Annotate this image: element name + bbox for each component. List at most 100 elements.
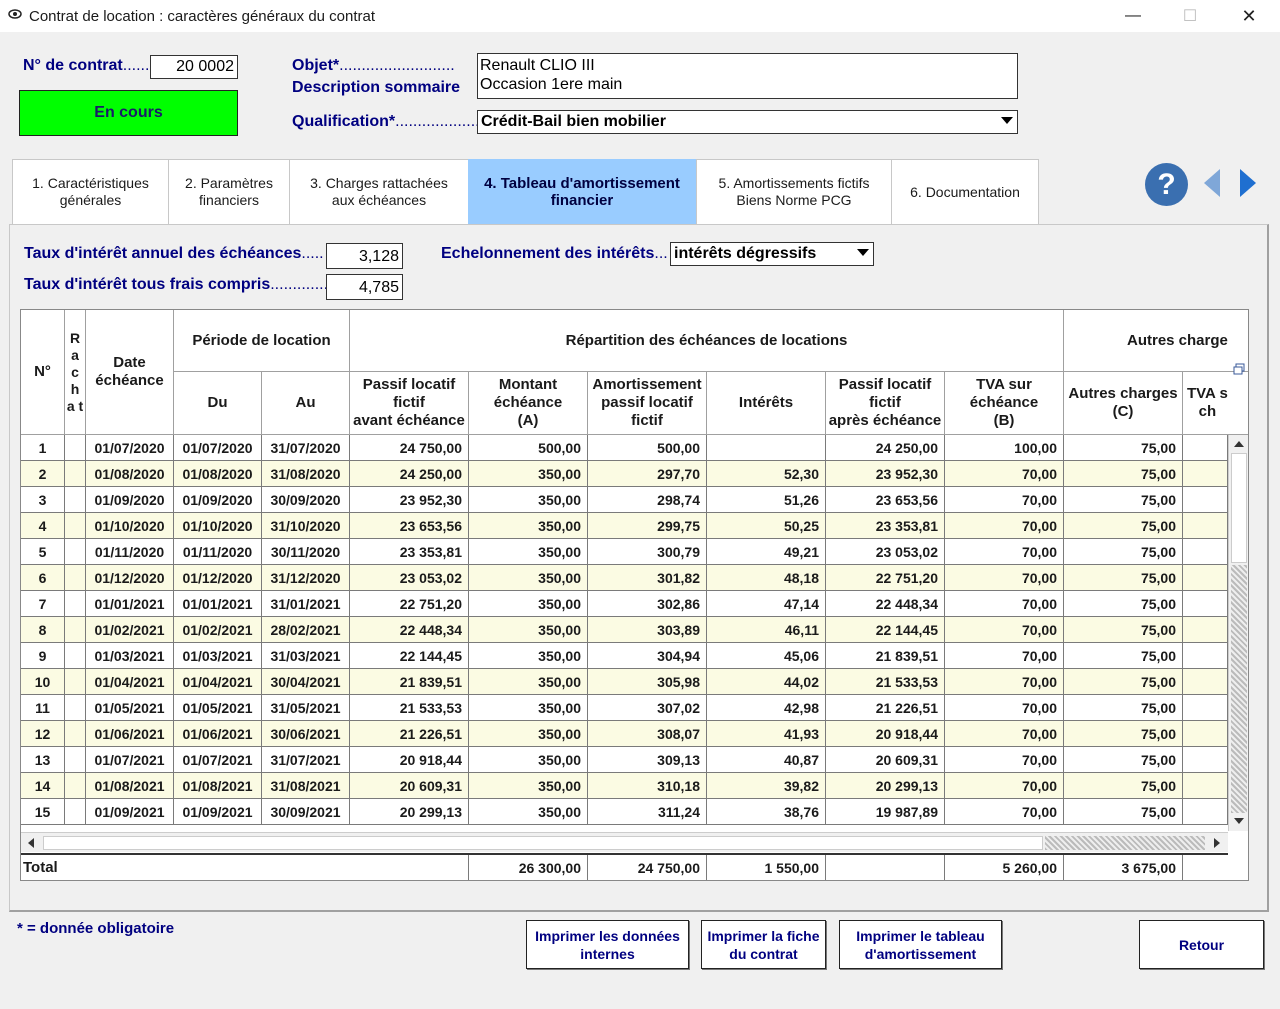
print-internal-data-button[interactable]: Imprimer les données internes bbox=[526, 920, 689, 969]
cell-autres-charges: 75,00 bbox=[1064, 487, 1183, 513]
annual-rate-field[interactable]: 3,128 bbox=[326, 243, 403, 269]
table-row[interactable]: 13 01/07/2021 01/07/2021 31/07/2021 20 918,4… bbox=[21, 747, 1228, 773]
table-row[interactable]: 5 01/11/2020 01/11/2020 30/11/2020 23 353,81… bbox=[21, 539, 1228, 565]
maximize-button[interactable]: ☐ bbox=[1167, 0, 1213, 32]
cell-tva-sur-charges bbox=[1183, 565, 1228, 591]
cell-interets: 52,30 bbox=[707, 461, 826, 487]
tab-amortissements-fictifs[interactable]: 5. Amortissements fictifs Biens Norme PC… bbox=[696, 159, 892, 225]
scroll-left-icon[interactable] bbox=[28, 838, 34, 848]
cell-tva: 70,00 bbox=[945, 721, 1064, 747]
table-row[interactable]: 8 01/02/2021 01/02/2021 28/02/2021 22 448,34… bbox=[21, 617, 1228, 643]
description-field[interactable]: Renault CLIO III Occasion 1ere main bbox=[477, 53, 1018, 99]
contract-number-field[interactable]: 20 0002 bbox=[150, 55, 238, 79]
cell-tva-sur-charges bbox=[1183, 435, 1228, 461]
vertical-scroll-track bbox=[1231, 565, 1247, 813]
print-amortization-table-button[interactable]: Imprimer le tableau d'amortissement bbox=[839, 920, 1002, 969]
cell-passif-apres: 20 918,44 bbox=[826, 721, 945, 747]
scroll-up-icon[interactable] bbox=[1234, 441, 1244, 447]
tab-label: 1. Caractéristiques générales bbox=[32, 175, 149, 208]
cell-rachat bbox=[65, 643, 86, 669]
cell-no: 4 bbox=[21, 513, 65, 539]
cell-autres-charges: 75,00 bbox=[1064, 591, 1183, 617]
cell-no: 14 bbox=[21, 773, 65, 799]
cell-interets: 48,18 bbox=[707, 565, 826, 591]
scroll-down-icon[interactable] bbox=[1234, 818, 1244, 824]
cell-tva-sur-charges bbox=[1183, 721, 1228, 747]
cell-montant: 350,00 bbox=[469, 747, 588, 773]
title-bar: Contrat de location : caractères générau… bbox=[0, 0, 1280, 32]
qualification-select[interactable]: Crédit-Bail bien mobilier bbox=[477, 110, 1018, 134]
tab-label: 4. Tableau d'amortissement financier bbox=[484, 175, 680, 209]
status-button[interactable]: En cours bbox=[19, 90, 238, 136]
cell-amortissement: 301,82 bbox=[588, 565, 707, 591]
table-row[interactable]: 10 01/04/2021 01/04/2021 30/04/2021 21 839,5… bbox=[21, 669, 1228, 695]
cell-amortissement: 500,00 bbox=[588, 435, 707, 461]
table-row[interactable]: 11 01/05/2021 01/05/2021 31/05/2021 21 533,5… bbox=[21, 695, 1228, 721]
cell-du: 01/07/2020 bbox=[174, 435, 262, 461]
cell-interets: 38,76 bbox=[707, 799, 826, 825]
cell-interets: 40,87 bbox=[707, 747, 826, 773]
cell-passif-apres: 23 952,30 bbox=[826, 461, 945, 487]
print-contract-sheet-button[interactable]: Imprimer la fiche du contrat bbox=[701, 920, 826, 969]
table-row[interactable]: 14 01/08/2021 01/08/2021 31/08/2021 20 609,3… bbox=[21, 773, 1228, 799]
help-icon[interactable]: ? bbox=[1145, 163, 1188, 206]
cell-rachat bbox=[65, 799, 86, 825]
tab-documentation[interactable]: 6. Documentation bbox=[891, 159, 1039, 225]
cell-au: 31/07/2021 bbox=[262, 747, 350, 773]
table-row[interactable]: 6 01/12/2020 01/12/2020 31/12/2020 23 053,02… bbox=[21, 565, 1228, 591]
cell-tva: 70,00 bbox=[945, 513, 1064, 539]
cell-interets: 46,11 bbox=[707, 617, 826, 643]
header-interets: Intérêts bbox=[707, 372, 826, 435]
cell-du: 01/08/2021 bbox=[174, 773, 262, 799]
tab-tableau-amortissement[interactable]: 4. Tableau d'amortissement financier bbox=[468, 159, 696, 225]
cell-tva: 70,00 bbox=[945, 773, 1064, 799]
table-row[interactable]: 15 01/09/2021 01/09/2021 30/09/2021 20 299,1… bbox=[21, 799, 1228, 825]
cell-date-echeance: 01/04/2021 bbox=[86, 669, 174, 695]
next-icon[interactable] bbox=[1240, 169, 1256, 197]
cell-tva: 70,00 bbox=[945, 539, 1064, 565]
table-row[interactable]: 7 01/01/2021 01/01/2021 31/01/2021 22 751,20… bbox=[21, 591, 1228, 617]
table-row[interactable]: 3 01/09/2020 01/09/2020 30/09/2020 23 952,30… bbox=[21, 487, 1228, 513]
header-passif-apres: Passif locatif fictif après échéance bbox=[826, 372, 945, 435]
cell-rachat bbox=[65, 747, 86, 773]
header-autres-charges: Autres charges (C) bbox=[1064, 372, 1183, 435]
cell-no: 3 bbox=[21, 487, 65, 513]
horizontal-scrollbar[interactable] bbox=[21, 832, 1228, 852]
table-row[interactable]: 9 01/03/2021 01/03/2021 31/03/2021 22 144,45… bbox=[21, 643, 1228, 669]
table-row[interactable]: 4 01/10/2020 01/10/2020 31/10/2020 23 653,56… bbox=[21, 513, 1228, 539]
cell-no: 12 bbox=[21, 721, 65, 747]
cell-amortissement: 305,98 bbox=[588, 669, 707, 695]
cell-no: 6 bbox=[21, 565, 65, 591]
cell-no: 11 bbox=[21, 695, 65, 721]
cell-autres-charges: 75,00 bbox=[1064, 695, 1183, 721]
cell-passif-avant: 23 653,56 bbox=[350, 513, 469, 539]
cell-passif-avant: 24 750,00 bbox=[350, 435, 469, 461]
minimize-button[interactable]: — bbox=[1110, 0, 1156, 32]
tab-caracteristiques[interactable]: 1. Caractéristiques générales bbox=[12, 159, 169, 225]
cell-no: 9 bbox=[21, 643, 65, 669]
tab-parametres[interactable]: 2. Paramètres financiers bbox=[168, 159, 290, 225]
back-button[interactable]: Retour bbox=[1139, 920, 1264, 969]
table-row[interactable]: 1 01/07/2020 01/07/2020 31/07/2020 24 750,00… bbox=[21, 435, 1228, 461]
tab-charges[interactable]: 3. Charges rattachées aux échéances bbox=[289, 159, 469, 225]
copy-icon[interactable] bbox=[1233, 363, 1245, 375]
cell-rachat bbox=[65, 721, 86, 747]
cell-amortissement: 307,02 bbox=[588, 695, 707, 721]
horizontal-scroll-thumb[interactable] bbox=[43, 836, 1043, 850]
close-button[interactable]: ✕ bbox=[1226, 0, 1272, 32]
table-row[interactable]: 2 01/08/2020 01/08/2020 31/08/2020 24 250,00… bbox=[21, 461, 1228, 487]
cell-du: 01/12/2020 bbox=[174, 565, 262, 591]
vertical-scrollbar[interactable] bbox=[1228, 435, 1248, 831]
cell-passif-apres: 22 751,20 bbox=[826, 565, 945, 591]
table-body: 1 01/07/2020 01/07/2020 31/07/2020 24 750,00… bbox=[21, 435, 1228, 831]
cell-rachat bbox=[65, 695, 86, 721]
previous-icon[interactable] bbox=[1204, 169, 1220, 197]
table-row[interactable]: 12 01/06/2021 01/06/2021 30/06/2021 21 226,5… bbox=[21, 721, 1228, 747]
cell-passif-apres: 22 144,45 bbox=[826, 617, 945, 643]
all-fees-rate-field[interactable]: 4,785 bbox=[326, 274, 403, 300]
cell-au: 30/09/2021 bbox=[262, 799, 350, 825]
schedule-select[interactable]: intérêts dégressifs bbox=[670, 242, 874, 266]
scroll-right-icon[interactable] bbox=[1214, 838, 1220, 848]
cell-date-echeance: 01/10/2020 bbox=[86, 513, 174, 539]
vertical-scroll-thumb[interactable] bbox=[1231, 453, 1247, 563]
